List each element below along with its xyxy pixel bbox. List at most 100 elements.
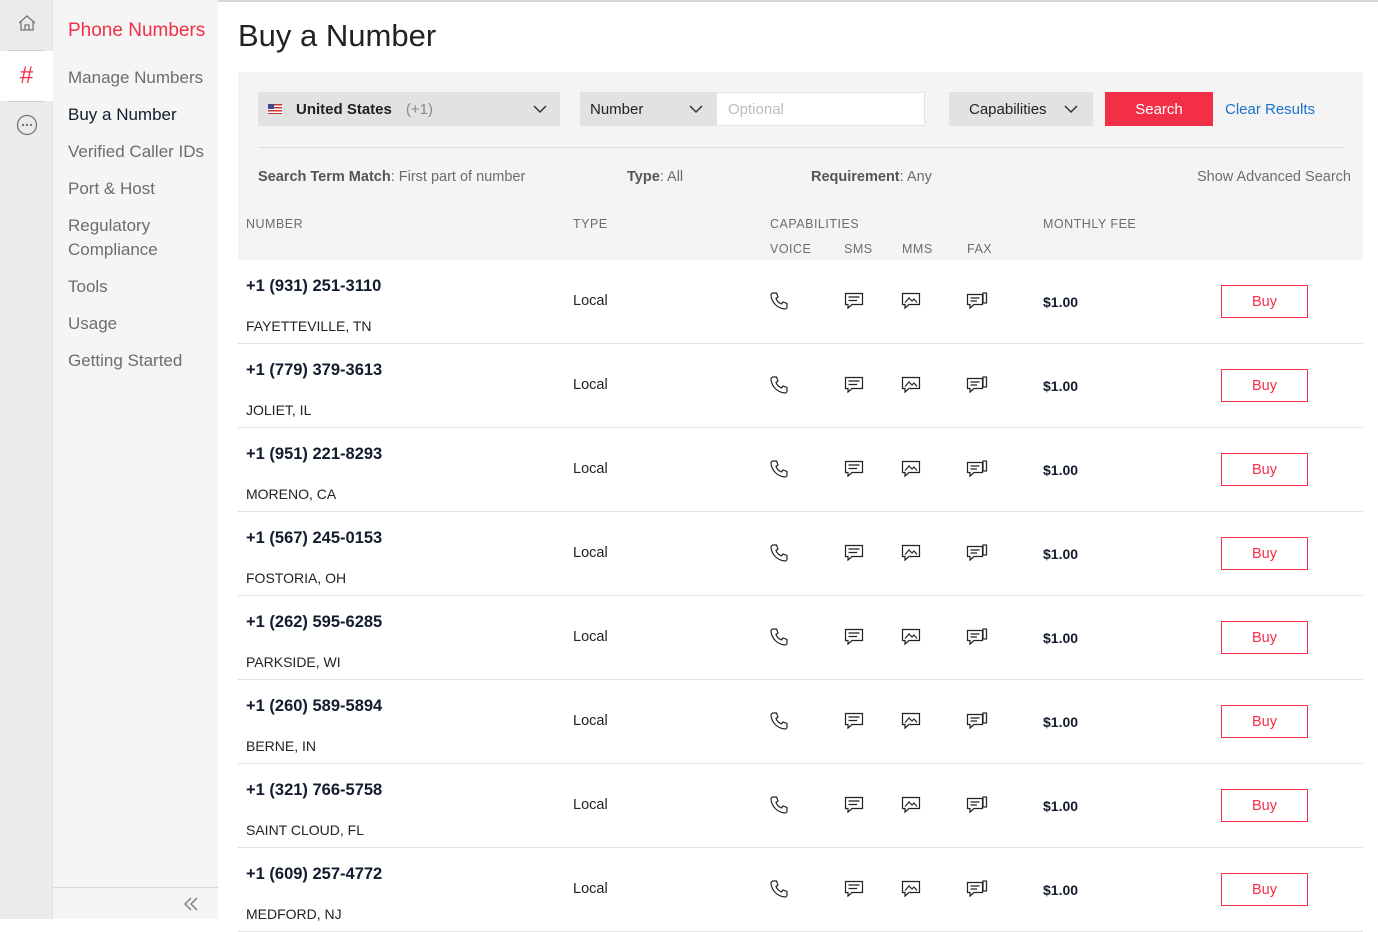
phone-numbers-rail-button[interactable]: # (0, 51, 53, 101)
search-button[interactable]: Search (1105, 92, 1213, 126)
phone-number: +1 (609) 257-4772 (246, 865, 383, 883)
nav-item-usage[interactable]: Usage (68, 312, 213, 336)
monthly-fee: $1.00 (1043, 462, 1079, 478)
mms-icon (901, 627, 921, 652)
mms-icon (901, 291, 921, 316)
search-panel: United States (+1) Number Capabilities S… (238, 72, 1363, 260)
table-row: +1 (609) 257-4772 MEDFORD, NJ Local $1.0… (238, 848, 1363, 932)
nav-item-manage-numbers[interactable]: Manage Numbers (68, 66, 213, 90)
fax-icon (966, 459, 988, 484)
table-row: +1 (260) 589-5894 BERNE, IN Local $1.00 … (238, 680, 1363, 764)
header-voice: VOICE (770, 242, 812, 256)
number-location: MEDFORD, NJ (246, 906, 342, 922)
phone-icon (769, 543, 789, 568)
mms-icon (901, 711, 921, 736)
chevron-down-icon (532, 101, 548, 121)
header-number: NUMBER (246, 217, 304, 231)
phone-icon (769, 795, 789, 820)
monthly-fee: $1.00 (1043, 630, 1079, 646)
number-location: SAINT CLOUD, FL (246, 822, 364, 838)
sms-icon (844, 459, 864, 484)
number-type: Local (573, 881, 608, 897)
match-type-value: Number (590, 100, 644, 118)
sms-icon (844, 291, 864, 316)
more-rail-button[interactable] (0, 102, 53, 152)
home-rail-button[interactable] (0, 0, 53, 50)
filter-requirement: Requirement: Any (811, 169, 932, 185)
table-row: +1 (931) 251-3110 FAYETTEVILLE, TN Local… (238, 260, 1363, 344)
header-fax: FAX (967, 242, 993, 256)
number-location: MORENO, CA (246, 486, 337, 502)
buy-button[interactable]: Buy (1221, 621, 1308, 654)
phone-icon (769, 879, 789, 904)
capabilities-select[interactable]: Capabilities (949, 92, 1093, 126)
phone-number: +1 (321) 766-5758 (246, 781, 383, 799)
phone-icon (769, 375, 789, 400)
monthly-fee: $1.00 (1043, 378, 1079, 394)
double-chevron-left-icon[interactable] (182, 896, 200, 917)
table-row: +1 (951) 221-8293 MORENO, CA Local $1.00… (238, 428, 1363, 512)
nav-item-port-host[interactable]: Port & Host (68, 177, 213, 201)
nav-list: Manage Numbers Buy a Number Verified Cal… (68, 66, 213, 386)
header-sms: SMS (844, 242, 873, 256)
number-type: Local (573, 713, 608, 729)
filter-type: Type: All (627, 169, 684, 185)
fax-icon (966, 711, 988, 736)
phone-number: +1 (262) 595-6285 (246, 613, 383, 631)
number-location: BERNE, IN (246, 738, 317, 754)
fax-icon (966, 879, 988, 904)
capabilities-label: Capabilities (969, 100, 1047, 118)
country-select[interactable]: United States (+1) (258, 92, 560, 126)
more-icon (16, 114, 38, 141)
country-code: (+1) (405, 100, 433, 118)
nav-item-verified-caller-ids[interactable]: Verified Caller IDs (68, 140, 213, 164)
phone-number: +1 (951) 221-8293 (246, 445, 383, 463)
number-search-input[interactable] (716, 92, 925, 126)
table-row: +1 (321) 766-5758 SAINT CLOUD, FL Local … (238, 764, 1363, 848)
phone-number: +1 (567) 245-0153 (246, 529, 383, 547)
buy-button[interactable]: Buy (1221, 705, 1308, 738)
filter-term-match: Search Term Match: First part of number (258, 169, 526, 185)
mms-icon (901, 879, 921, 904)
number-type: Local (573, 545, 608, 561)
monthly-fee: $1.00 (1043, 546, 1079, 562)
nav-item-buy-a-number[interactable]: Buy a Number (68, 103, 213, 127)
mms-icon (901, 375, 921, 400)
match-type-select[interactable]: Number (580, 92, 716, 126)
phone-number: +1 (260) 589-5894 (246, 697, 383, 715)
sms-icon (844, 627, 864, 652)
buy-button[interactable]: Buy (1221, 537, 1308, 570)
buy-button[interactable]: Buy (1221, 285, 1308, 318)
nav-footer (53, 887, 218, 919)
hash-icon: # (19, 62, 34, 89)
phone-number: +1 (931) 251-3110 (246, 277, 382, 295)
header-monthly-fee: MONTHLY FEE (1043, 217, 1137, 231)
sms-icon (844, 795, 864, 820)
monthly-fee: $1.00 (1043, 714, 1079, 730)
buy-button[interactable]: Buy (1221, 453, 1308, 486)
buy-button[interactable]: Buy (1221, 873, 1308, 906)
phone-icon (769, 627, 789, 652)
sms-icon (844, 375, 864, 400)
sms-icon (844, 711, 864, 736)
number-type: Local (573, 461, 608, 477)
phone-icon (769, 711, 789, 736)
table-row: +1 (779) 379-3613 JOLIET, IL Local $1.00… (238, 344, 1363, 428)
fax-icon (966, 291, 988, 316)
clear-results-link[interactable]: Clear Results (1225, 101, 1315, 118)
phone-icon (769, 291, 789, 316)
nav-item-tools[interactable]: Tools (68, 275, 213, 299)
number-location: PARKSIDE, WI (246, 654, 341, 670)
show-advanced-search-link[interactable]: Show Advanced Search (1197, 169, 1351, 185)
buy-button[interactable]: Buy (1221, 789, 1308, 822)
monthly-fee: $1.00 (1043, 798, 1079, 814)
nav-item-getting-started[interactable]: Getting Started (68, 349, 213, 373)
nav-section-title[interactable]: Phone Numbers (68, 20, 205, 42)
home-icon (17, 13, 37, 38)
chevron-down-icon (1063, 101, 1079, 121)
icon-rail: # (0, 0, 53, 919)
results-table: +1 (931) 251-3110 FAYETTEVILLE, TN Local… (238, 260, 1363, 932)
nav-item-regulatory-compliance[interactable]: Regulatory Compliance (68, 214, 213, 262)
number-location: FAYETTEVILLE, TN (246, 318, 372, 334)
buy-button[interactable]: Buy (1221, 369, 1308, 402)
